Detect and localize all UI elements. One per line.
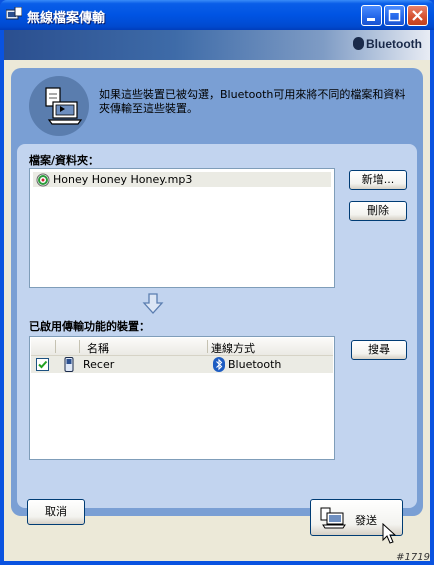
brand-banner: Bluetooth xyxy=(4,30,430,60)
devices-label: 已啟用傳輸功能的裝置： xyxy=(29,320,150,333)
bluetooth-icon xyxy=(213,357,225,372)
minimize-icon xyxy=(367,18,375,21)
brand-text: Bluetooth xyxy=(366,37,422,51)
inner-panel: 檔案/資料夾： Honey Honey Honey.mp3 新增... 刪除 已… xyxy=(17,144,417,508)
header-icon xyxy=(29,76,89,136)
maximize-button[interactable] xyxy=(384,5,405,26)
minimize-button[interactable] xyxy=(361,5,382,26)
check-icon xyxy=(38,360,48,369)
file-transfer-large-icon xyxy=(45,87,83,125)
phone-icon xyxy=(64,357,74,372)
close-button[interactable] xyxy=(407,5,428,26)
maximize-icon xyxy=(388,9,401,22)
cancel-button[interactable]: 取消 xyxy=(27,499,85,525)
header-description: 如果這些裝置已被勾選，Bluetooth可用來將不同的檔案和資料夾傳輸至這些裝置… xyxy=(99,88,406,115)
device-connection: Bluetooth xyxy=(228,358,282,371)
delete-file-button[interactable]: 刪除 xyxy=(349,201,407,221)
device-name: Recer xyxy=(83,358,115,371)
mouse-pointer-icon xyxy=(382,523,396,544)
column-connection[interactable]: 連線方式 xyxy=(211,340,255,356)
bluetooth-logo: Bluetooth xyxy=(353,37,422,51)
device-row[interactable]: Recer Bluetooth xyxy=(31,356,333,373)
file-list[interactable]: Honey Honey Honey.mp3 xyxy=(29,168,335,288)
files-label: 檔案/資料夾： xyxy=(29,154,100,167)
title-bar[interactable]: 無線檔案傳輸 xyxy=(0,0,434,30)
device-checkbox[interactable] xyxy=(36,358,49,371)
file-transfer-icon xyxy=(6,7,22,20)
arrow-down-icon xyxy=(142,293,164,314)
send-label: 發送 xyxy=(355,514,377,527)
add-file-button[interactable]: 新增... xyxy=(349,170,407,190)
search-devices-button[interactable]: 搜尋 xyxy=(351,340,407,360)
send-file-icon xyxy=(320,507,346,529)
window-title: 無線檔案傳輸 xyxy=(27,11,106,26)
file-name: Honey Honey Honey.mp3 xyxy=(53,173,193,186)
column-name[interactable]: 名稱 xyxy=(87,340,109,356)
device-list[interactable]: 名稱 連線方式 Recer Bluetooth xyxy=(29,336,335,460)
dialog-body: Bluetooth 如果這些裝置已被勾選，Bluetooth可用來將不同的檔案和… xyxy=(4,30,430,561)
file-list-item[interactable]: Honey Honey Honey.mp3 xyxy=(33,172,331,187)
audio-file-icon xyxy=(36,173,50,187)
watermark: #1719 xyxy=(396,552,430,563)
close-icon xyxy=(412,10,423,21)
app-window: 無線檔案傳輸 Bluetooth 如果這些裝置已被勾選，Bluetooth可用來… xyxy=(0,0,434,565)
bluetooth-icon xyxy=(353,37,364,50)
device-list-header: 名稱 連線方式 xyxy=(31,338,333,356)
transfer-panel: 如果這些裝置已被勾選，Bluetooth可用來將不同的檔案和資料夾傳輸至這些裝置… xyxy=(11,68,423,516)
